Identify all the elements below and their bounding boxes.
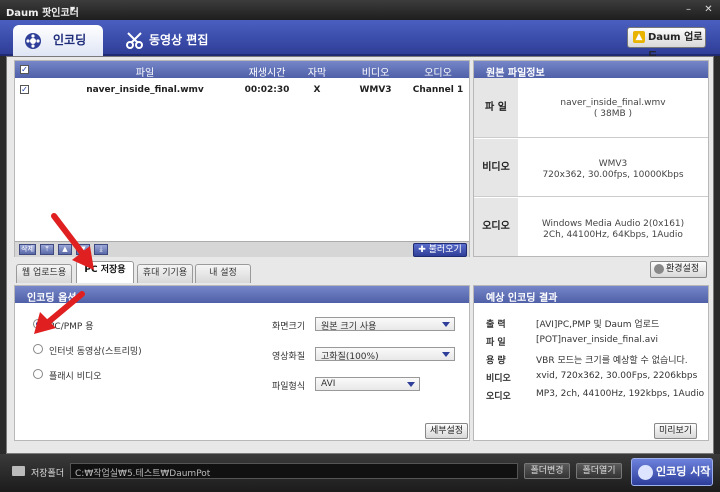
file-format-value: AVI xyxy=(321,379,336,389)
open-folder-button[interactable]: 폴더열기 xyxy=(576,463,622,479)
result-size-key: 용 량 xyxy=(486,356,506,366)
main-tab-bar: 인코딩 동영상 편집 ▲ Daum 업로드 xyxy=(0,20,720,62)
tab-my-settings[interactable]: 내 설정 xyxy=(195,264,251,283)
screen-size-label: 화면크기 xyxy=(272,322,306,332)
annotation-arrow-tab xyxy=(51,213,94,270)
delete-button[interactable]: 삭제 xyxy=(19,244,36,255)
tab-mobile[interactable]: 휴대 기기용 xyxy=(137,264,193,283)
plus-icon: ✚ xyxy=(418,245,429,255)
orig-video-codec: WMV3 xyxy=(598,159,628,169)
load-files-button[interactable]: ✚ 불러오기 xyxy=(413,243,467,257)
scissors-icon xyxy=(126,32,143,49)
film-reel-icon xyxy=(25,33,41,49)
tab-encoding[interactable]: 인코딩 xyxy=(13,25,103,56)
orig-file-key: 파 일 xyxy=(474,78,518,137)
column-duration[interactable]: 재생시간 xyxy=(237,64,297,79)
bottom-bar: 저장폴더 C:₩작업실₩5.테스트₩DaumPot 폴더변경 폴더열기 인코딩 … xyxy=(0,454,720,492)
orig-file-name: naver_inside_final.wmv xyxy=(560,98,666,108)
orig-audio-codec: Windows Media Audio 2(0x161) xyxy=(541,219,685,229)
preview-button[interactable]: 미리보기 xyxy=(654,423,697,439)
tab-video-edit-label: 동영상 편집 xyxy=(149,33,209,47)
detail-settings-button[interactable]: 세부설정 xyxy=(425,423,468,439)
load-files-label: 불러오기 xyxy=(428,245,462,255)
encoding-panel: ✓ 파일 재생시간 자막 비디오 오디오 ✓ naver_inside_fina… xyxy=(6,56,714,454)
column-video[interactable]: 비디오 xyxy=(348,64,403,79)
settings-tab-strip: 웹 업로드용 PC 저장용 휴대 기기용 내 설정 xyxy=(14,261,708,283)
window-menu-chevron-icon[interactable]: ▾ xyxy=(70,4,75,15)
screen-size-select[interactable]: 원본 크기 사용 xyxy=(315,317,455,332)
result-video-value: xvid, 720x362, 30.00Fps, 2206kbps xyxy=(536,371,698,381)
folder-icon xyxy=(12,466,25,476)
radio-flash-dot[interactable] xyxy=(33,369,43,379)
minimize-icon[interactable]: – xyxy=(682,3,695,16)
file-list-header: ✓ 파일 재생시간 자막 비디오 오디오 xyxy=(15,61,469,79)
file-format-label: 파일형식 xyxy=(272,382,306,392)
result-output-key: 출 력 xyxy=(486,320,506,330)
result-file-value: [POT]naver_inside_final.avi xyxy=(536,335,659,345)
screen-size-value: 원본 크기 사용 xyxy=(321,322,377,332)
chevron-down-icon xyxy=(442,322,450,327)
radio-streaming-label: 인터넷 동영상(스트리밍) xyxy=(49,347,142,357)
orig-video-row: 비디오 WMV3 720x362, 30.00fps, 10000Kbps xyxy=(474,139,708,197)
select-all-checkbox[interactable]: ✓ xyxy=(20,65,29,74)
original-file-info: 원본 파일정보 파 일 naver_inside_final.wmv ( 38M… xyxy=(473,60,709,257)
env-settings-label: 환경설정 xyxy=(666,264,700,274)
file-format-select[interactable]: AVI xyxy=(315,377,420,391)
expected-result-title: 예상 인코딩 결과 xyxy=(474,286,708,304)
env-settings-button[interactable]: 환경설정 xyxy=(650,261,707,278)
window-title: Daum 팟인코더 xyxy=(6,8,79,19)
orig-audio-key: 오디오 xyxy=(474,198,518,256)
column-file[interactable]: 파일 xyxy=(45,64,245,79)
result-audio-key: 오디오 xyxy=(486,392,511,402)
quality-value: 고화질(100%) xyxy=(321,352,379,362)
daum-upload-button[interactable]: ▲ Daum 업로드 xyxy=(627,27,706,62)
column-subtitle[interactable]: 자막 xyxy=(297,64,337,79)
orig-video-key: 비디오 xyxy=(474,139,518,196)
file-subtitle: X xyxy=(313,85,321,95)
annotation-arrow-radio xyxy=(34,291,85,334)
orig-audio-row: 오디오 Windows Media Audio 2(0x161) 2Ch, 44… xyxy=(474,198,708,256)
encode-start-icon xyxy=(638,465,653,480)
chevron-down-icon xyxy=(407,382,415,387)
original-info-title: 원본 파일정보 xyxy=(474,61,708,79)
radio-streaming-dot[interactable] xyxy=(33,344,43,354)
upload-arrow-icon: ▲ xyxy=(633,31,645,43)
orig-audio-spec: 2Ch, 44100Hz, 64Kbps, 1Audio xyxy=(543,230,683,240)
result-video-key: 비디오 xyxy=(486,374,511,384)
quality-label: 영상화질 xyxy=(272,352,306,362)
file-duration: 00:02:30 xyxy=(244,85,290,95)
file-row-checkbox[interactable]: ✓ xyxy=(20,85,29,94)
file-row[interactable]: ✓ naver_inside_final.wmv 00:02:30 X WMV3… xyxy=(15,81,469,99)
file-video: WMV3 xyxy=(359,85,392,95)
orig-video-spec: 720x362, 30.00fps, 10000Kbps xyxy=(542,170,684,180)
result-output-value: [AVI]PC,PMP 및 Daum 업로드 xyxy=(536,320,660,330)
expected-result-panel: 예상 인코딩 결과 출 력 [AVI]PC,PMP 및 Daum 업로드 파 일… xyxy=(473,285,709,441)
chevron-down-icon xyxy=(442,352,450,357)
close-icon[interactable]: ✕ xyxy=(702,3,715,16)
orig-file-size: ( 38MB ) xyxy=(593,109,633,119)
change-folder-button[interactable]: 폴더변경 xyxy=(524,463,570,479)
save-path-field[interactable]: C:₩작업실₩5.테스트₩DaumPot xyxy=(70,463,518,479)
tab-video-edit[interactable]: 동영상 편집 xyxy=(115,25,225,56)
title-bar: Daum 팟인코더 ▾ – ✕ xyxy=(0,0,720,20)
file-audio: Channel 1 xyxy=(412,85,464,95)
result-file-key: 파 일 xyxy=(486,338,506,348)
column-audio[interactable]: 오디오 xyxy=(407,64,469,79)
start-encoding-label: 인코딩 시작 xyxy=(656,465,711,478)
result-audio-value: MP3, 2ch, 44100Hz, 192kbps, 1Audio xyxy=(536,389,705,399)
file-name: naver_inside_final.wmv xyxy=(86,85,204,95)
result-size-value: VBR 모드는 크기를 예상할 수 없습니다. xyxy=(536,356,688,366)
start-encoding-button[interactable]: 인코딩 시작 xyxy=(631,458,713,486)
radio-flash-label: 플래시 비디오 xyxy=(49,372,102,382)
orig-file-row: 파 일 naver_inside_final.wmv ( 38MB ) xyxy=(474,78,708,138)
tab-encoding-label: 인코딩 xyxy=(53,33,87,47)
quality-select[interactable]: 고화질(100%) xyxy=(315,347,455,362)
save-folder-label: 저장폴더 xyxy=(31,469,65,479)
gear-icon xyxy=(654,264,664,274)
